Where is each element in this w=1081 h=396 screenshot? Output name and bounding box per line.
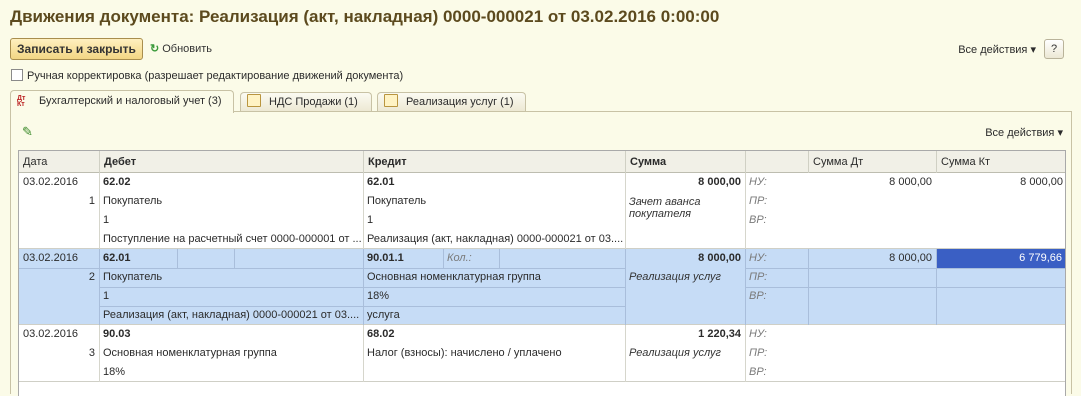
refresh-button[interactable]: ↻ Обновить	[150, 42, 212, 55]
refresh-label: Обновить	[162, 43, 213, 55]
debit-subconto-2: 18%	[103, 366, 126, 378]
nu-amount-dt: 8 000,00	[889, 176, 932, 188]
debit-account: 62.02	[103, 176, 131, 188]
pr-label: ПР:	[749, 271, 768, 283]
column-date[interactable]: Дата	[19, 151, 99, 173]
column-debit[interactable]: Дебет	[99, 151, 363, 173]
entry-content: Реализация услуг	[629, 347, 721, 359]
entry-number: 2	[88, 271, 95, 283]
dropdown-arrow-icon: ▾	[1030, 44, 1036, 56]
table-row[interactable]: 03.02.2016 1 62.02 Покупатель 1 Поступле…	[19, 173, 1065, 249]
credit-subconto-2: 1	[367, 214, 374, 226]
pr-label: ПР:	[749, 195, 768, 207]
nu-label: НУ:	[749, 252, 767, 264]
debit-subconto-1: Покупатель	[103, 271, 163, 283]
vr-label: ВР:	[749, 214, 767, 226]
vr-label: ВР:	[749, 366, 767, 378]
debit-account: 90.03	[103, 328, 131, 340]
manual-edit-checkbox[interactable]	[11, 69, 23, 81]
tab-label: НДС Продажи (1)	[269, 96, 358, 108]
credit-subconto-1: Основная номенклатурная группа	[367, 271, 541, 283]
entry-date: 03.02.2016	[23, 176, 79, 188]
entries-table: Дата Дебет Кредит Сумма Сумма Дт Сумма К…	[18, 150, 1066, 396]
column-amount[interactable]: Сумма	[625, 151, 745, 173]
all-actions-menu[interactable]: Все действия ▾	[958, 43, 1036, 56]
manual-edit-row: Ручная корректировка (разрешает редактир…	[11, 69, 403, 82]
credit-subconto-3: Реализация (акт, накладная) 0000-000021 …	[367, 233, 624, 245]
tab-panel: ✎ Все действия ▾ Дата Дебет Кредит Сумма…	[10, 111, 1072, 396]
table-header: Дата Дебет Кредит Сумма Сумма Дт Сумма К…	[19, 151, 1065, 173]
credit-account: 68.02	[367, 328, 395, 340]
entry-number: 3	[88, 347, 95, 359]
nu-label: НУ:	[749, 176, 767, 188]
register-icon	[384, 94, 398, 107]
tab-label: Реализация услуг (1)	[406, 96, 514, 108]
panel-all-actions-menu[interactable]: Все действия ▾	[985, 126, 1063, 139]
nu-amount-kt: 8 000,00	[1020, 176, 1063, 188]
credit-subconto-1: Налог (взносы): начислено / уплачено	[367, 347, 562, 359]
credit-subconto-3: услуга	[367, 309, 400, 321]
debit-subconto-2: 1	[103, 290, 110, 302]
table-row-selected[interactable]: 03.02.2016 2 62.01 Покупатель 1 Реализац…	[19, 249, 1065, 325]
dt-kt-icon: Дт Кт	[17, 95, 26, 108]
debit-subconto-1: Основная номенклатурная группа	[103, 347, 277, 359]
column-amount-dt[interactable]: Сумма Дт	[808, 151, 936, 173]
table-row[interactable]: 03.02.2016 3 90.03 Основная номенклатурн…	[19, 325, 1065, 382]
entry-date: 03.02.2016	[23, 328, 79, 340]
refresh-icon: ↻	[150, 43, 160, 55]
toolbar: Записать и закрыть ↻ Обновить Все действи…	[10, 38, 1072, 62]
nu-label: НУ:	[749, 328, 767, 340]
tab-label: Бухгалтерский и налоговый учет (3)	[39, 95, 222, 107]
nu-amount-kt-active-cell[interactable]: 6 779,66	[937, 249, 1065, 268]
window-title: Движения документа: Реализация (акт, нак…	[10, 7, 720, 26]
manual-edit-label[interactable]: Ручная корректировка (разрешает редактир…	[27, 70, 403, 82]
pencil-icon[interactable]: ✎	[22, 124, 33, 140]
debit-subconto-2: 1	[103, 214, 110, 226]
credit-account: 90.01.1	[367, 252, 404, 264]
all-actions-label: Все действия	[985, 127, 1055, 139]
debit-account: 62.01	[103, 252, 131, 264]
pr-label: ПР:	[749, 347, 768, 359]
credit-subconto-2: 18%	[367, 290, 390, 302]
entry-amount: 1 220,34	[698, 328, 741, 340]
debit-subconto-3: Реализация (акт, накладная) 0000-000021 …	[103, 309, 360, 321]
entry-date: 03.02.2016	[23, 252, 79, 264]
help-button[interactable]: ?	[1044, 39, 1064, 59]
tab-services-sales[interactable]: Реализация услуг (1)	[377, 92, 526, 112]
entry-content: Зачет аванса покупателя	[629, 196, 701, 220]
tab-accounting[interactable]: Дт Кт Бухгалтерский и налоговый учет (3)	[10, 90, 234, 113]
debit-subconto-3: Поступление на расчетный счет 0000-00000…	[103, 233, 362, 245]
entry-amount: 8 000,00	[698, 176, 741, 188]
credit-account: 62.01	[367, 176, 395, 188]
all-actions-label: Все действия	[958, 44, 1028, 56]
save-and-close-button[interactable]: Записать и закрыть	[10, 38, 143, 60]
entry-content: Реализация услуг	[629, 271, 721, 283]
vr-label: ВР:	[749, 290, 767, 302]
dropdown-arrow-icon: ▾	[1057, 127, 1063, 139]
column-accounting-type[interactable]	[745, 151, 808, 173]
tab-vat-sales[interactable]: НДС Продажи (1)	[240, 92, 372, 112]
entry-amount: 8 000,00	[698, 252, 741, 264]
register-icon	[247, 94, 261, 107]
column-amount-kt[interactable]: Сумма Кт	[936, 151, 1065, 173]
credit-subconto-1: Покупатель	[367, 195, 427, 207]
column-credit[interactable]: Кредит	[363, 151, 625, 173]
nu-amount-dt: 8 000,00	[889, 252, 932, 264]
entry-number: 1	[88, 195, 95, 207]
debit-subconto-1: Покупатель	[103, 195, 163, 207]
credit-quantity-label: Кол.:	[447, 252, 472, 264]
